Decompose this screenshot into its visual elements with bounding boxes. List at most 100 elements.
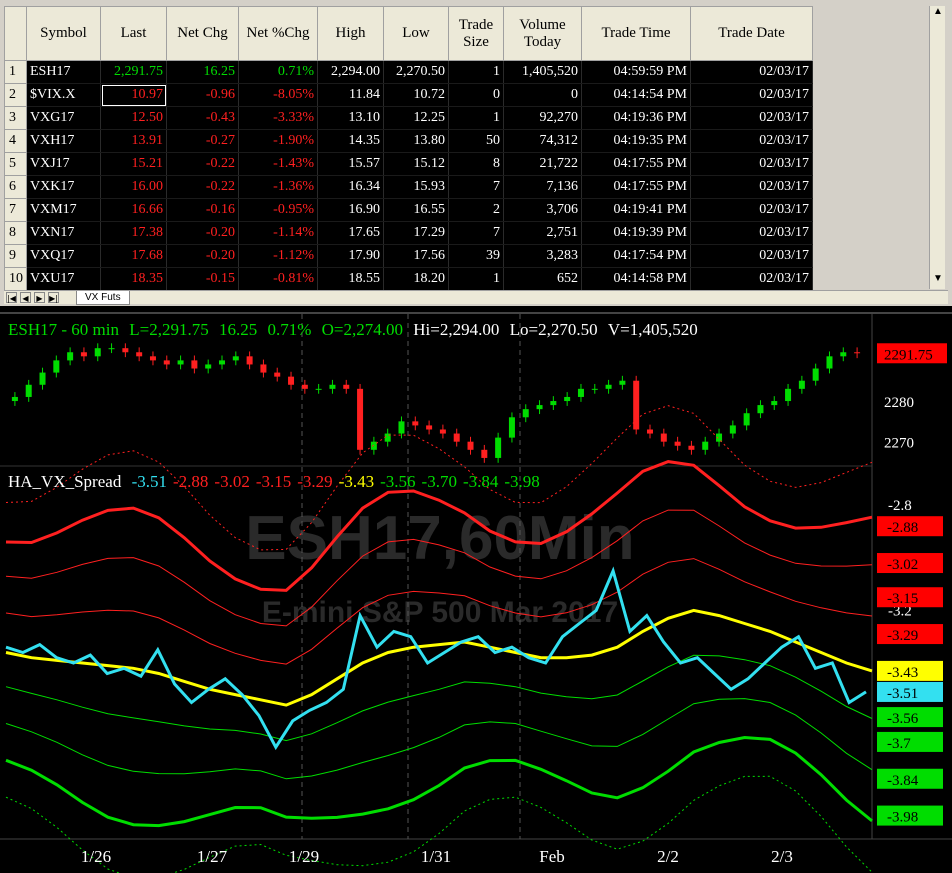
cell-date[interactable]: 02/03/17 (690, 267, 813, 291)
cell-last[interactable]: 13.91 (100, 129, 167, 153)
column-header-low[interactable]: Low (383, 6, 449, 61)
cell-time[interactable]: 04:14:54 PM (581, 83, 691, 107)
row-number[interactable]: 8 (4, 221, 27, 245)
cell-size[interactable]: 7 (448, 221, 504, 245)
cell-chg[interactable]: -0.20 (166, 221, 239, 245)
prev-sheet-icon[interactable]: ◀ (20, 292, 31, 303)
row-number[interactable]: 6 (4, 175, 27, 199)
table-row[interactable]: 3 VXG17 12.50 -0.43 -3.33% 13.10 12.25 1 92,270 0… (4, 106, 813, 130)
table-row[interactable]: 7 VXM17 16.66 -0.16 -0.95% 16.90 16.55 2 3,706 04… (4, 198, 813, 222)
row-number[interactable]: 1 (4, 60, 27, 84)
cell-volume[interactable]: 3,283 (503, 244, 582, 268)
cell-pct[interactable]: -1.36% (238, 175, 318, 199)
row-number[interactable]: 10 (4, 267, 27, 291)
cell-time[interactable]: 04:19:39 PM (581, 221, 691, 245)
table-row[interactable]: 9 VXQ17 17.68 -0.20 -1.12% 17.90 17.56 39 3,283 0… (4, 244, 813, 268)
column-header-symbol[interactable]: Symbol (26, 6, 101, 61)
row-number[interactable]: 4 (4, 129, 27, 153)
column-header-volume-today[interactable]: Volume Today (503, 6, 582, 61)
cell-symbol[interactable]: VXK17 (26, 175, 101, 199)
cell-symbol[interactable]: ESH17 (26, 60, 101, 84)
column-header-trade-size[interactable]: Trade Size (448, 6, 504, 61)
cell-low[interactable]: 12.25 (383, 106, 449, 130)
table-corner[interactable] (4, 6, 27, 61)
cell-high[interactable]: 14.35 (317, 129, 384, 153)
cell-low[interactable]: 13.80 (383, 129, 449, 153)
cell-symbol[interactable]: VXM17 (26, 198, 101, 222)
cell-low[interactable]: 10.72 (383, 83, 449, 107)
column-header-trade-time[interactable]: Trade Time (581, 6, 691, 61)
cell-low[interactable]: 17.29 (383, 221, 449, 245)
cell-volume[interactable]: 652 (503, 267, 582, 291)
row-number[interactable]: 9 (4, 244, 27, 268)
cell-chg[interactable]: 16.25 (166, 60, 239, 84)
cell-time[interactable]: 04:17:54 PM (581, 244, 691, 268)
cell-low[interactable]: 15.12 (383, 152, 449, 176)
cell-low[interactable]: 15.93 (383, 175, 449, 199)
cell-date[interactable]: 02/03/17 (690, 106, 813, 130)
cell-pct[interactable]: -8.05% (238, 83, 318, 107)
cell-time[interactable]: 04:19:36 PM (581, 106, 691, 130)
cell-size[interactable]: 50 (448, 129, 504, 153)
cell-pct[interactable]: 0.71% (238, 60, 318, 84)
scroll-down-arrow-icon[interactable]: ▼ (930, 273, 946, 289)
cell-time[interactable]: 04:19:35 PM (581, 129, 691, 153)
table-row[interactable]: 4 VXH17 13.91 -0.27 -1.90% 14.35 13.80 50 74,312… (4, 129, 813, 153)
cell-last[interactable]: 18.35 (100, 267, 167, 291)
table-row[interactable]: 10 VXU17 18.35 -0.15 -0.81% 18.55 18.20 1 652 04:… (4, 267, 813, 291)
cell-last[interactable]: 16.00 (100, 175, 167, 199)
cell-date[interactable]: 02/03/17 (690, 198, 813, 222)
cell-pct[interactable]: -1.90% (238, 129, 318, 153)
cell-symbol[interactable]: VXH17 (26, 129, 101, 153)
cell-high[interactable]: 15.57 (317, 152, 384, 176)
cell-symbol[interactable]: VXU17 (26, 267, 101, 291)
cell-volume[interactable]: 3,706 (503, 198, 582, 222)
table-row[interactable]: 2 $VIX.X 10.97 -0.96 -8.05% 11.84 10.72 0 0 04:14… (4, 83, 813, 107)
cell-symbol[interactable]: VXN17 (26, 221, 101, 245)
cell-high[interactable]: 17.65 (317, 221, 384, 245)
cell-date[interactable]: 02/03/17 (690, 152, 813, 176)
cell-size[interactable]: 0 (448, 83, 504, 107)
cell-size[interactable]: 1 (448, 60, 504, 84)
cell-volume[interactable]: 2,751 (503, 221, 582, 245)
cell-symbol[interactable]: VXG17 (26, 106, 101, 130)
row-number[interactable]: 7 (4, 198, 27, 222)
cell-volume[interactable]: 21,722 (503, 152, 582, 176)
cell-pct[interactable]: -0.81% (238, 267, 318, 291)
cell-time[interactable]: 04:14:58 PM (581, 267, 691, 291)
cell-last[interactable]: 10.97 (100, 83, 167, 107)
column-header-last[interactable]: Last (100, 6, 167, 61)
cell-pct[interactable]: -3.33% (238, 106, 318, 130)
cell-last[interactable]: 17.68 (100, 244, 167, 268)
cell-size[interactable]: 2 (448, 198, 504, 222)
cell-high[interactable]: 16.90 (317, 198, 384, 222)
cell-volume[interactable]: 1,405,520 (503, 60, 582, 84)
cell-symbol[interactable]: VXQ17 (26, 244, 101, 268)
cell-volume[interactable]: 92,270 (503, 106, 582, 130)
cell-last[interactable]: 12.50 (100, 106, 167, 130)
cell-volume[interactable]: 7,136 (503, 175, 582, 199)
cell-pct[interactable]: -1.14% (238, 221, 318, 245)
cell-last[interactable]: 16.66 (100, 198, 167, 222)
cell-high[interactable]: 16.34 (317, 175, 384, 199)
cell-high[interactable]: 17.90 (317, 244, 384, 268)
cell-size[interactable]: 1 (448, 106, 504, 130)
cell-last[interactable]: 2,291.75 (100, 60, 167, 84)
cell-time[interactable]: 04:17:55 PM (581, 152, 691, 176)
first-sheet-icon[interactable]: |◀ (6, 292, 17, 303)
cell-time[interactable]: 04:59:59 PM (581, 60, 691, 84)
cell-pct[interactable]: -0.95% (238, 198, 318, 222)
row-number[interactable]: 2 (4, 83, 27, 107)
cell-date[interactable]: 02/03/17 (690, 83, 813, 107)
cell-high[interactable]: 13.10 (317, 106, 384, 130)
cell-chg[interactable]: -0.15 (166, 267, 239, 291)
cell-volume[interactable]: 0 (503, 83, 582, 107)
cell-chg[interactable]: -0.96 (166, 83, 239, 107)
cell-size[interactable]: 8 (448, 152, 504, 176)
cell-date[interactable]: 02/03/17 (690, 244, 813, 268)
next-sheet-icon[interactable]: ▶ (34, 292, 45, 303)
table-row[interactable]: 1 ESH17 2,291.75 16.25 0.71% 2,294.00 2,270.50… (4, 60, 813, 84)
cell-date[interactable]: 02/03/17 (690, 129, 813, 153)
cell-last[interactable]: 15.21 (100, 152, 167, 176)
column-header-net-chg[interactable]: Net %Chg (238, 6, 318, 61)
